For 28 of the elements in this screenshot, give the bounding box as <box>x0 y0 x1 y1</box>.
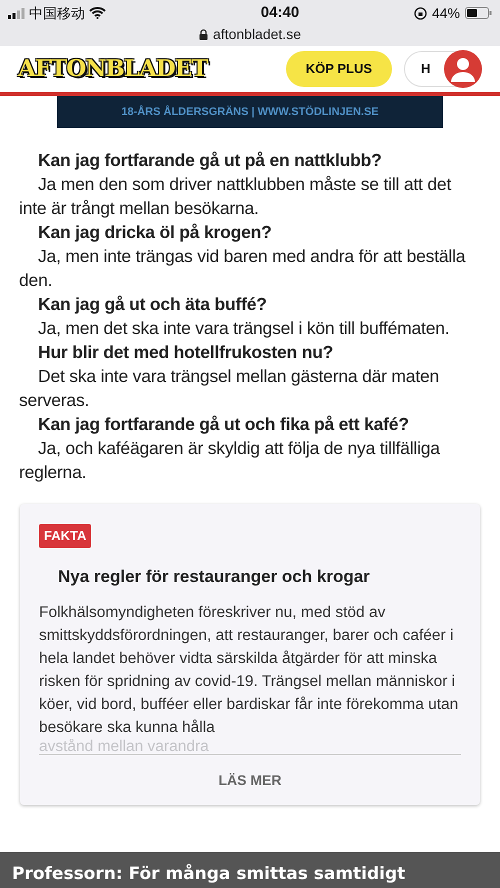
question-heading: Kan jag gå ut och äta buffé? <box>37 293 268 316</box>
question-heading: Hur blir det med hotellfrukosten nu? <box>37 341 334 364</box>
fact-title: Nya regler för restauranger och krogar <box>58 566 371 588</box>
clock-time: 04:40 <box>260 2 300 23</box>
fact-badge: FAKTA <box>39 524 92 548</box>
carrier-name: 中国移动 <box>29 4 85 22</box>
answer-text: Ja, och kaféägaren är skyldig att följa de nya tillfälliga reglerna. <box>19 437 441 484</box>
account-button[interactable]: H <box>404 51 482 87</box>
caption-text: Professorn: För många smittas samtidigt <box>12 862 406 886</box>
buy-plus-button[interactable]: KÖP PLUS <box>286 51 392 87</box>
question-heading: Kan jag fortfarande gå ut och fika på ett kafé? <box>37 413 410 436</box>
fact-body: Folkhälsomyndigheten föreskriver nu, med stöd av smittskyddsförordningen, att restauranger, barer och caféer i hela landet behöver vidta särskilda åtgärder för att minska risken för spridning av covid-19. Trängsel mellan människor i köer, vid bord, bufféer eller bardiskar får inte förekomma utan besökare ska kunna hålla <box>39 603 460 738</box>
answer-text: Ja men den som driver nattklubben måste se till att det inte är trångt mellan besökarna. <box>19 173 452 220</box>
answer-text: Ja, men det ska inte vara trängsel i kön till buffématen. <box>37 317 450 340</box>
battery-icon <box>465 7 492 19</box>
answer-text: Det ska inte vara trängsel mellan gästerna där maten serveras. <box>19 365 440 412</box>
rotation-lock-icon <box>414 6 427 20</box>
battery-percent: 44% <box>432 4 460 22</box>
url-text[interactable]: aftonbladet.se <box>213 24 301 45</box>
read-more-button[interactable]: LÄS MER <box>39 755 461 805</box>
question-heading: Kan jag fortfarande gå ut på en nattklubb? <box>37 149 383 172</box>
signal-icon <box>8 8 25 18</box>
question-heading: Kan jag dricka öl på krogen? <box>37 221 273 244</box>
wifi-icon <box>89 7 106 19</box>
lock-icon <box>199 29 208 40</box>
user-avatar-icon <box>443 49 483 89</box>
age-limit-banner[interactable]: 18-ÅRS ÅLDERSGRÄNS | WWW.STÖDLINJEN.SE <box>57 96 443 128</box>
answer-text: Ja, men inte trängas vid baren med andra för att beställa den. <box>19 245 466 292</box>
